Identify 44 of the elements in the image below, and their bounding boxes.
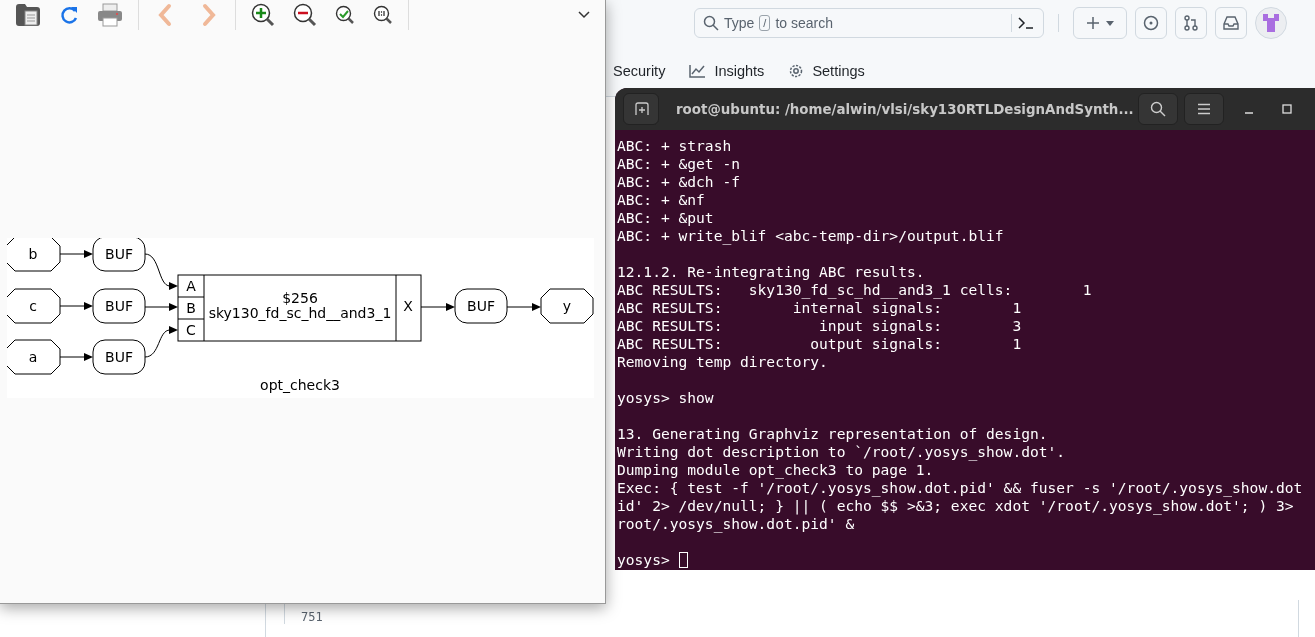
terminal-line: ABC RESULTS: input signals: 3: [617, 317, 1022, 335]
terminal-line: 13. Generating Graphviz representation of design.: [617, 425, 1048, 443]
nav-tab[interactable]: Security: [613, 63, 666, 79]
buffer-node: BUF: [454, 288, 508, 324]
terminal-line: 12.1.2. Re-integrating ABC results.: [617, 263, 925, 281]
terminal-line: ABC RESULTS: output signals: 1: [617, 335, 1022, 353]
output-node: y: [540, 288, 594, 324]
key-hint: /: [759, 15, 771, 31]
terminal-prompt: yosys>: [617, 551, 670, 569]
buffer-node: BUF: [92, 339, 146, 375]
terminal-line: root/.yosys_show.dot.pid' &: [617, 515, 855, 533]
input-node: a: [7, 339, 61, 375]
terminal-line: ABC RESULTS: sky130_fd_sc_hd__and3_1 cells: 1: [617, 281, 1092, 299]
cell-type: sky130_fd_sc_hd__and3_1: [208, 305, 392, 321]
search-field[interactable]: Type / to search: [694, 8, 1044, 38]
terminal-line: yosys> show: [617, 389, 714, 407]
terminal-line: Dumping module opt_check3 to page 1.: [617, 461, 934, 479]
terminal-line: id' 2> /dev/null; } || ( echo $$ >&3; exec xdot '/root/.yosys_show.dot'; ) 3>: [617, 497, 1294, 515]
window-title: root@ubuntu: /home/alwin/vlsi/sky130RTLDesignAndSynth...: [676, 101, 1134, 117]
port-label: B: [186, 300, 196, 316]
terminal-line: ABC: + &dch -f: [617, 173, 740, 191]
input-node: c: [7, 288, 61, 324]
search-hint: to search: [775, 15, 833, 31]
terminal-line: ABC: + strash: [617, 137, 732, 155]
input-node: b: [7, 238, 61, 272]
search-hint: Type: [724, 15, 755, 31]
terminal-line: ABC: + &get -n: [617, 155, 740, 173]
terminal-line: Writing dot description to `/root/.yosys_show.dot'.: [617, 443, 1066, 461]
cell-id: $256: [282, 290, 318, 306]
terminal-line: ABC: + &put: [617, 209, 714, 227]
port-label: X: [403, 298, 413, 314]
port-label: C: [186, 322, 196, 338]
terminal-line: Removing temp directory.: [617, 353, 828, 371]
graph-title: opt_check3: [260, 377, 340, 393]
port-label: A: [186, 278, 196, 294]
buffer-node: BUF: [92, 288, 146, 324]
terminal-line: Exec: { test -f '/root/.yosys_show.dot.pid' && fuser -s '/root/.yosys_show.dot: [617, 479, 1303, 497]
nav-tab[interactable]: Settings: [812, 63, 865, 79]
nav-tab[interactable]: Insights: [714, 63, 765, 79]
terminal-line: ABC: + write_blif <abc-temp-dir>/output.blif: [617, 227, 1004, 245]
line-number: 751: [301, 610, 324, 624]
terminal-line: ABC: + &nf: [617, 191, 705, 209]
terminal-line: ABC RESULTS: internal signals: 1: [617, 299, 1022, 317]
buffer-node: BUF: [92, 238, 146, 272]
